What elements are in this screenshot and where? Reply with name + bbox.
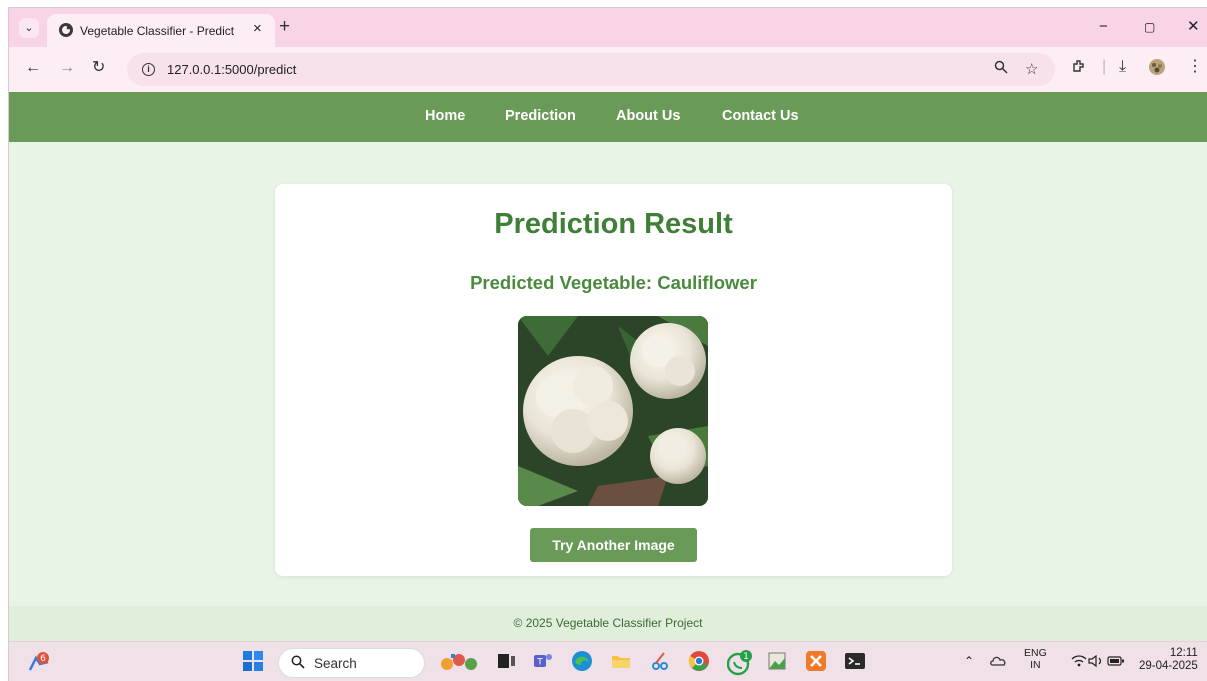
nav-link-about-us[interactable]: About Us xyxy=(616,108,680,124)
clock-date: 29-04-2025 xyxy=(1139,660,1198,672)
tab-title: Vegetable Classifier - Predict xyxy=(80,24,235,38)
whatsapp-badge: 1 xyxy=(743,652,749,662)
browser-toolbar: ← → ↻ i 127.0.0.1:5000/predict ☆ | ⤓ ⋮ xyxy=(9,47,1207,92)
site-info-icon[interactable]: i xyxy=(142,63,155,76)
taskbar-search-box[interactable]: Search xyxy=(278,648,425,678)
close-window-icon[interactable]: ✕ xyxy=(1187,18,1200,36)
xampp-icon[interactable] xyxy=(805,650,829,674)
extensions-icon[interactable] xyxy=(1071,58,1087,79)
try-another-image-button[interactable]: Try Another Image xyxy=(530,528,697,562)
toolbar-divider: | xyxy=(1102,58,1107,75)
zoom-icon[interactable] xyxy=(994,60,1008,78)
chrome-icon[interactable] xyxy=(688,650,712,674)
profile-avatar-icon[interactable] xyxy=(1148,58,1166,81)
restore-icon[interactable]: ▢ xyxy=(1144,18,1155,36)
nav-link-contact-us[interactable]: Contact Us xyxy=(722,108,799,124)
tab-vegetable-classifier[interactable]: Vegetable Classifier - Predict × xyxy=(47,14,275,47)
task-view-icon[interactable] xyxy=(495,650,519,674)
nav-link-prediction[interactable]: Prediction xyxy=(505,108,576,124)
notification-count: 6 xyxy=(40,654,46,664)
volume-icon[interactable] xyxy=(1088,654,1104,671)
download-icon[interactable]: ⤓ xyxy=(1119,58,1126,76)
wifi-icon[interactable] xyxy=(1071,654,1087,671)
file-explorer-icon[interactable] xyxy=(610,650,634,674)
cauliflower-photo xyxy=(518,316,708,506)
search-label: Search xyxy=(314,656,357,671)
tab-search-chevron-icon[interactable]: ⌄ xyxy=(19,18,39,38)
address-bar[interactable]: i 127.0.0.1:5000/predict ☆ xyxy=(127,53,1055,86)
result-card: Prediction Result Predicted Vegetable: C… xyxy=(275,184,952,576)
predicted-vegetable: Predicted Vegetable: Cauliflower xyxy=(275,272,952,294)
svg-text:T: T xyxy=(536,658,543,668)
page-title: Prediction Result xyxy=(494,208,733,240)
forward-arrow-icon[interactable]: → xyxy=(59,59,75,77)
page-content: Home Prediction About Us Contact Us Pred… xyxy=(9,92,1207,641)
show-hidden-icons-icon[interactable]: ⌃ xyxy=(964,654,974,668)
browser-window: ⌄ Vegetable Classifier - Predict × + − ▢… xyxy=(8,7,1207,681)
tab-close-icon[interactable]: × xyxy=(253,21,262,37)
back-arrow-icon[interactable]: ← xyxy=(25,59,41,77)
bookmark-star-icon[interactable]: ☆ xyxy=(1025,60,1038,78)
predicted-value: Cauliflower xyxy=(657,272,757,293)
site-navbar: Home Prediction About Us Contact Us xyxy=(9,92,1207,142)
browser-menu-icon[interactable]: ⋮ xyxy=(1187,58,1203,76)
new-tab-icon[interactable]: + xyxy=(279,17,290,37)
onedrive-icon[interactable] xyxy=(989,653,1007,670)
clock-time: 12:11 xyxy=(1169,647,1198,659)
image-app-icon[interactable] xyxy=(766,650,790,674)
language-indicator[interactable]: ENG IN xyxy=(1024,647,1047,671)
minimize-icon[interactable]: − xyxy=(1099,18,1108,36)
site-footer: © 2025 Vegetable Classifier Project xyxy=(9,606,1207,641)
language-code: ENG xyxy=(1024,647,1047,659)
widget-art-icon[interactable] xyxy=(439,650,483,674)
clock[interactable]: 12:11 29-04-2025 xyxy=(1139,647,1198,673)
weather-notification-icon[interactable]: 6 xyxy=(26,650,50,674)
predicted-label: Predicted Vegetable: xyxy=(470,272,653,293)
search-icon xyxy=(291,655,305,672)
battery-icon[interactable] xyxy=(1107,655,1125,670)
reload-icon[interactable]: ↻ xyxy=(92,59,105,77)
windows-start-icon[interactable] xyxy=(242,650,266,674)
tab-strip: ⌄ Vegetable Classifier - Predict × + − ▢… xyxy=(9,8,1207,47)
teams-icon[interactable]: T xyxy=(532,650,556,674)
region-code: IN xyxy=(1030,659,1041,671)
whatsapp-icon[interactable]: 1 xyxy=(726,650,752,676)
nav-link-home[interactable]: Home xyxy=(425,108,465,124)
windows-taskbar: 6 Search T 1 ⌃ ENG IN 12:11 29-04-2025 xyxy=(9,641,1207,681)
snipping-tool-icon[interactable] xyxy=(649,650,673,674)
edge-browser-icon[interactable] xyxy=(571,650,595,674)
url-text: 127.0.0.1:5000/predict xyxy=(167,62,297,77)
globe-icon xyxy=(59,23,73,37)
terminal-icon[interactable] xyxy=(844,650,868,674)
